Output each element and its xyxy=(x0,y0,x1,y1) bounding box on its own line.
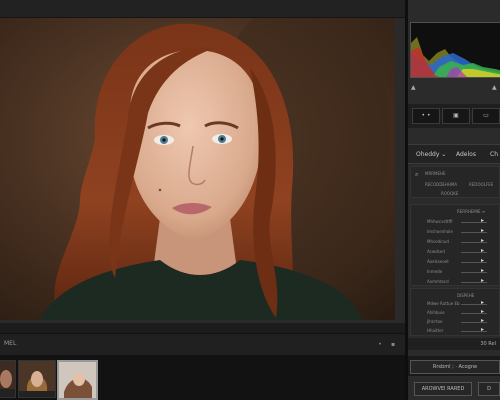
secondary-action-button[interactable]: D xyxy=(478,382,500,396)
clip-highlight-icon[interactable]: ▲ xyxy=(492,84,497,91)
slider-row[interactable]: Aoelsseoet ▸ xyxy=(411,257,499,266)
photo-toolbar: MEL • ▪ xyxy=(0,333,405,355)
right-panel: ▲ ▲ • • ▣ ▭ Oheddy ⌄ Adelos Ch ⌕ MRRMEHE… xyxy=(408,0,500,400)
slider-knob-icon[interactable]: ▸ xyxy=(481,318,484,324)
slider-knob-icon[interactable]: ▸ xyxy=(481,218,484,224)
filmstrip-thumb[interactable] xyxy=(0,360,16,398)
slider-knob-icon[interactable]: ▸ xyxy=(481,238,484,244)
slider-knob-icon[interactable]: ▸ xyxy=(481,327,484,333)
slider-label: Mhhwcvsttffi xyxy=(427,219,453,224)
slider-row[interactable]: Jihnrtoe ▸ xyxy=(411,317,499,326)
panel-tabs: Oheddy ⌄ Adelos Ch xyxy=(408,144,500,164)
tab-1[interactable]: Oheddy ⌄ xyxy=(416,151,446,158)
slider-knob-icon[interactable]: ▸ xyxy=(481,268,484,274)
slider-row[interactable]: Acwdsed ▸ xyxy=(411,247,499,256)
dot-icon[interactable]: • xyxy=(375,340,385,349)
slider-label: Aommtecd xyxy=(427,279,449,284)
tool-button[interactable]: • • xyxy=(412,108,440,124)
detail-section: DISPEHE Mdwe Ruttue Eb ▸ Ahihbuie ▸ Jihnrtoe… xyxy=(410,288,500,336)
section-header: RERRHEMIE ≡ xyxy=(457,209,486,214)
slider-label: Aoelsseoet xyxy=(427,259,449,264)
basic-section: ⌕ MRRMEHE RECODDEHHMA REDOOLFEE ROOQKE xyxy=(410,166,500,198)
section-header: DISPEHE xyxy=(457,293,475,298)
toolbar-label: MEL xyxy=(4,340,17,347)
clip-shadow-icon[interactable]: ▲ xyxy=(411,84,416,91)
slider-row[interactable]: Ahihbuie ▸ xyxy=(411,308,499,317)
filmstrip xyxy=(0,355,405,400)
slider-row[interactable]: Aommtecd ▸ xyxy=(411,277,499,286)
section-row: RECODDEHHMA xyxy=(425,182,458,187)
eyedropper-icon[interactable]: ⌕ xyxy=(415,171,418,179)
slider-row[interactable]: Mdwe Ruttue Eb ▸ xyxy=(411,299,499,308)
canvas-area[interactable] xyxy=(0,18,405,323)
slider-row[interactable]: Imchoenhole ▸ xyxy=(411,227,499,236)
tab-3[interactable]: Ch xyxy=(490,151,498,158)
action-button[interactable]: Rrsbml ; · Acogne xyxy=(410,360,500,374)
slider-knob-icon[interactable]: ▸ xyxy=(481,278,484,284)
slider-knob-icon[interactable]: ▸ xyxy=(481,228,484,234)
filmstrip-thumb[interactable] xyxy=(18,360,56,398)
slider-label: Mhcedinud xyxy=(427,239,449,244)
slider-knob-icon[interactable]: ▸ xyxy=(481,300,484,306)
slider-row[interactable]: Mhcedinud ▸ xyxy=(411,237,499,246)
filmstrip-thumb-selected[interactable] xyxy=(57,360,98,400)
histogram xyxy=(410,22,500,78)
tab-2[interactable]: Adelos xyxy=(456,151,476,158)
top-bar xyxy=(0,0,405,18)
slider-knob-icon[interactable]: ▸ xyxy=(481,248,484,254)
panel-status-text: 30 Rel xyxy=(480,341,496,347)
slider-label: Imchoenhole xyxy=(427,229,453,234)
panel-footer: 30 Rel xyxy=(408,338,500,350)
section-row: ROOQKE xyxy=(441,191,459,196)
slider-label: Ahihbuie xyxy=(427,310,445,315)
section-row: MRRMEHE xyxy=(425,171,446,176)
slider-label: Mdwe Ruttue Eb xyxy=(427,301,460,306)
tool-strip: • • ▣ ▭ xyxy=(408,104,500,128)
slider-row[interactable]: Mhhwcvsttffi ▸ xyxy=(411,217,499,226)
slider-row[interactable]: Hhaitter ▸ xyxy=(411,326,499,335)
slider-knob-icon[interactable]: ▸ xyxy=(481,309,484,315)
status-bar xyxy=(0,323,405,333)
tool-button[interactable]: ▣ xyxy=(442,108,470,124)
slider-label: Jihnrtoe xyxy=(427,319,443,324)
action-bar: Rrsbml ; · Acogne xyxy=(408,356,500,376)
slider-label: Inmede xyxy=(427,269,443,274)
section-value: REDOOLFEE xyxy=(469,182,494,187)
tone-section: RERRHEMIE ≡ Mhhwcvsttffi ▸ Imchoenhole ▸ Mhc… xyxy=(410,204,500,286)
primary-action-button[interactable]: AROWVEI RARED xyxy=(414,382,472,396)
slider-label: Hhaitter xyxy=(427,328,444,333)
tool-button[interactable]: ▭ xyxy=(472,108,500,124)
slider-knob-icon[interactable]: ▸ xyxy=(481,258,484,264)
slider-row[interactable]: Inmede ▸ xyxy=(411,267,499,276)
square-icon[interactable]: ▪ xyxy=(388,340,398,349)
main-photo[interactable] xyxy=(0,18,395,320)
slider-label: Acwdsed xyxy=(427,249,445,254)
